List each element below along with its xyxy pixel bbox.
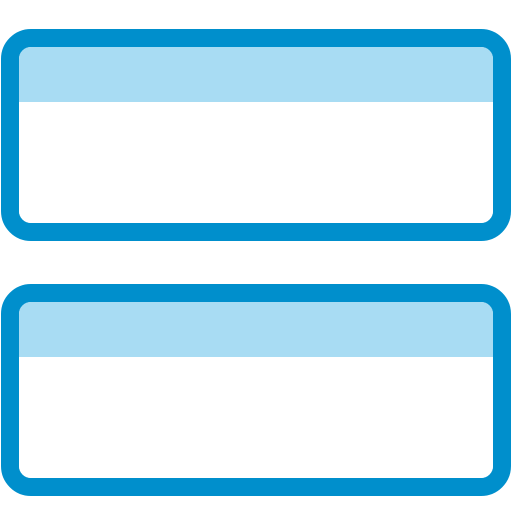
top-panel-header [19,47,493,102]
bottom-panel [1,284,511,496]
bottom-panel-body [19,357,493,478]
top-panel-body [19,102,493,223]
top-panel [1,29,511,241]
bottom-panel-header [19,302,493,357]
